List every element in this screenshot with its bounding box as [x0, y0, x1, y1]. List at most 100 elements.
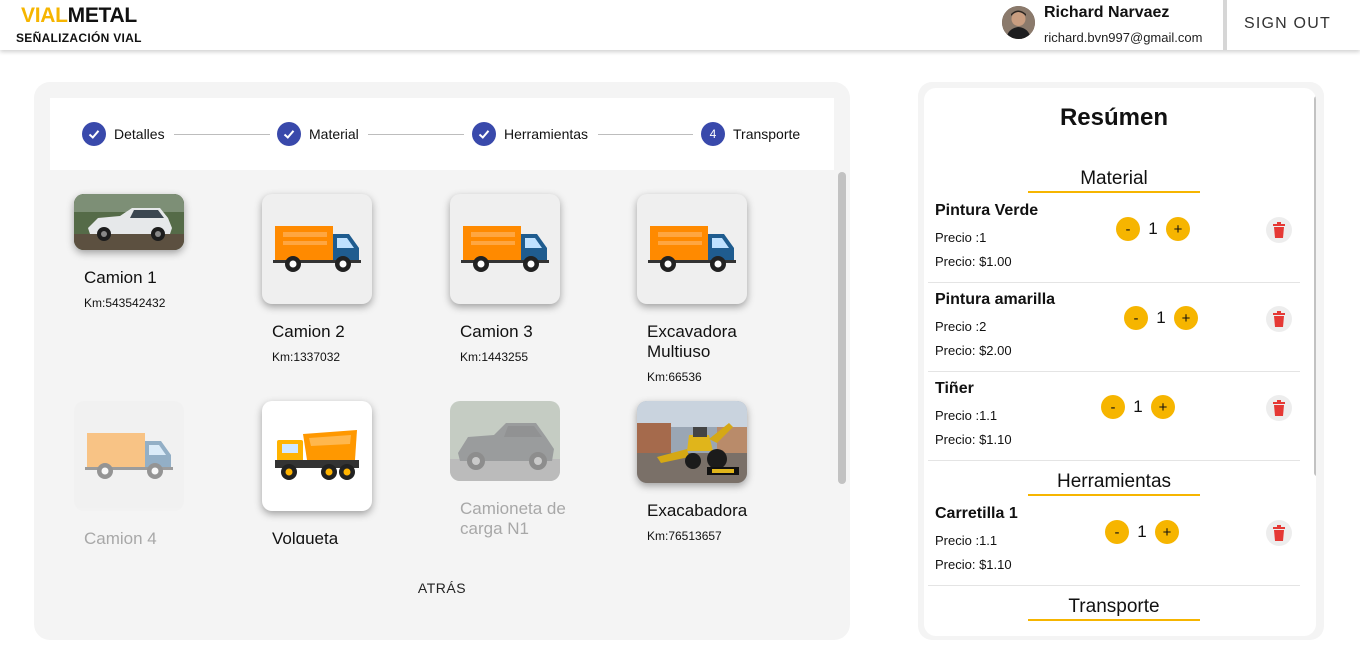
vehicle-card-camion-1[interactable]: Camion 1 Km:543542432 — [74, 194, 244, 310]
quantity-value: 1 — [1137, 522, 1147, 541]
header-divider — [1223, 0, 1227, 50]
step-transporte[interactable]: 4 Transporte — [701, 122, 800, 146]
user-name: Richard Narvaez — [1044, 4, 1170, 21]
step-label: Detalles — [114, 126, 165, 142]
delete-button[interactable] — [1266, 306, 1292, 332]
avatar[interactable] — [1002, 6, 1035, 39]
check-icon — [82, 122, 106, 146]
logo-metal: METAL — [67, 4, 138, 27]
truck-icon — [74, 401, 184, 511]
stepper: Detalles Material Herramientas 4 Transpo… — [50, 98, 834, 170]
item-total-price: Precio: $2.00 — [935, 343, 1012, 358]
decrement-button[interactable]: - — [1116, 217, 1140, 241]
trash-icon — [1273, 311, 1285, 327]
vehicle-card-camioneta-de-carga-n1[interactable]: Camioneta de carga N1 — [450, 401, 620, 539]
sign-out-button[interactable]: SIGN OUT — [1244, 15, 1331, 33]
quantity-stepper: - 1 + — [1116, 217, 1190, 241]
trash-icon — [1273, 222, 1285, 238]
brand-logo[interactable]: VIALMETAL — [21, 5, 137, 27]
summary-content: Resúmen Material Pintura Verde Precio :1… — [924, 88, 1316, 636]
section-title-material: Material — [1028, 168, 1200, 193]
quantity-value: 1 — [1133, 397, 1143, 416]
item-unit-price: Precio :1.1 — [935, 408, 998, 423]
summary-item: Carretilla 1 Precio :1.1 Precio: $1.10 -… — [928, 497, 1300, 586]
vehicle-name: Volqueta — [272, 529, 339, 544]
step-connector — [598, 134, 693, 135]
section-title-transporte: Transporte — [1028, 596, 1200, 621]
vehicle-name: Camion 2 — [272, 322, 345, 341]
brand-tagline: SEÑALIZACIÓN VIAL — [16, 31, 142, 45]
item-name: Pintura Verde — [935, 202, 1039, 219]
step-connector — [174, 134, 270, 135]
vehicle-km: Km:543542432 — [84, 296, 166, 310]
trash-icon — [1273, 525, 1285, 541]
increment-button[interactable]: + — [1155, 520, 1179, 544]
vehicle-km: Km:66536 — [647, 370, 702, 384]
step-label: Material — [309, 126, 359, 142]
step-label: Transporte — [733, 126, 801, 142]
backhoe-photo — [637, 401, 747, 483]
step-label: Herramientas — [504, 126, 589, 142]
vehicle-card-excavadora-multiuso[interactable]: Excavadora Multiuso Km:66536 — [637, 194, 807, 384]
vehicle-name: Camion 4 — [84, 529, 157, 544]
decrement-button[interactable]: - — [1101, 395, 1125, 419]
trash-icon — [1273, 400, 1285, 416]
item-unit-price: Precio :1.1 — [935, 533, 998, 548]
vehicle-card-volqueta[interactable]: Volqueta — [262, 401, 432, 544]
item-total-price: Precio: $1.10 — [935, 432, 1012, 447]
item-total-price: Precio: $1.10 — [935, 557, 1012, 572]
section-title-herramientas: Herramientas — [1028, 471, 1200, 496]
back-button[interactable]: ATRÁS — [404, 576, 480, 600]
pickup-photo — [74, 194, 184, 250]
delete-button[interactable] — [1266, 395, 1292, 421]
vehicle-card-camion-2[interactable]: Camion 2 Km:1337032 — [262, 194, 432, 364]
truck-icon — [450, 194, 560, 304]
pickup-photo — [450, 401, 560, 481]
step-detalles[interactable]: Detalles — [82, 122, 165, 146]
user-email: richard.bvn997@gmail.com — [1044, 30, 1203, 45]
vehicle-grid-scrollbar[interactable] — [838, 172, 846, 484]
step-material[interactable]: Material — [277, 122, 359, 146]
vehicle-name: Excavadora Multiuso — [647, 322, 737, 361]
quantity-value: 1 — [1148, 219, 1158, 238]
app-header: VIALMETAL SEÑALIZACIÓN VIAL Richard Narv… — [0, 0, 1360, 50]
item-name: Tiñer — [935, 380, 974, 397]
quantity-value: 1 — [1156, 308, 1166, 327]
increment-button[interactable]: + — [1174, 306, 1198, 330]
vehicle-km: Km:76513657 — [647, 529, 722, 543]
summary-title: Resúmen — [1059, 104, 1169, 131]
vehicle-grid: Camion 1 Km:543542432 Camion 2 Km:133703… — [50, 170, 834, 544]
item-name: Carretilla 1 — [935, 505, 1018, 522]
quantity-stepper: - 1 + — [1105, 520, 1179, 544]
vehicle-card-camion-3[interactable]: Camion 3 Km:1443255 — [450, 194, 620, 364]
delete-button[interactable] — [1266, 217, 1292, 243]
item-unit-price: Precio :1 — [935, 230, 987, 245]
vehicle-card-camion-4[interactable]: Camion 4 — [74, 401, 244, 544]
logo-vial: VIAL — [21, 4, 68, 27]
vehicle-name: Camioneta de carga N1 — [460, 499, 566, 538]
truck-icon — [262, 194, 372, 304]
item-total-price: Precio: $1.00 — [935, 254, 1012, 269]
decrement-button[interactable]: - — [1105, 520, 1129, 544]
decrement-button[interactable]: - — [1124, 306, 1148, 330]
summary-item: Pintura amarilla Precio :2 Precio: $2.00… — [928, 283, 1300, 372]
step-connector — [368, 134, 464, 135]
delete-button[interactable] — [1266, 520, 1292, 546]
check-icon — [277, 122, 301, 146]
item-unit-price: Precio :2 — [935, 319, 987, 334]
summary-item: Pintura Verde Precio :1 Precio: $1.00 - … — [928, 194, 1300, 283]
increment-button[interactable]: + — [1166, 217, 1190, 241]
truck-icon — [637, 194, 747, 304]
vehicle-name: Camion 3 — [460, 322, 533, 341]
check-icon — [472, 122, 496, 146]
summary-item: Tiñer Precio :1.1 Precio: $1.10 - 1 + — [928, 372, 1300, 461]
dump-truck-icon — [262, 401, 372, 511]
increment-button[interactable]: + — [1151, 395, 1175, 419]
step-herramientas[interactable]: Herramientas — [472, 122, 588, 146]
vehicle-km: Km:1337032 — [272, 350, 341, 364]
transport-selection-card: Detalles Material Herramientas 4 Transpo… — [34, 82, 850, 640]
summary-scrollbar[interactable] — [1314, 96, 1316, 476]
vehicle-km: Km:1443255 — [460, 350, 529, 364]
vehicle-name: Camion 1 — [84, 268, 157, 287]
vehicle-card-exacabadora[interactable]: Exacabadora Km:76513657 — [637, 401, 807, 543]
